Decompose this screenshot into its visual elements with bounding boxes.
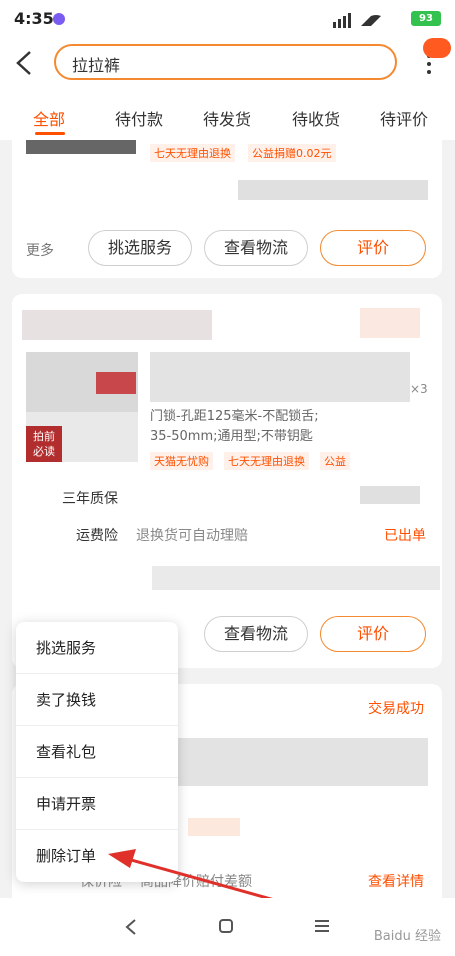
system-nav-bar: Baidu 经验 xyxy=(0,898,455,956)
watermark: Baidu 经验 xyxy=(373,929,441,944)
annotation-arrow xyxy=(108,849,297,908)
nav-back-icon[interactable] xyxy=(124,918,138,936)
nav-menu-icon[interactable] xyxy=(314,919,330,933)
nav-home-icon[interactable] xyxy=(218,918,234,934)
